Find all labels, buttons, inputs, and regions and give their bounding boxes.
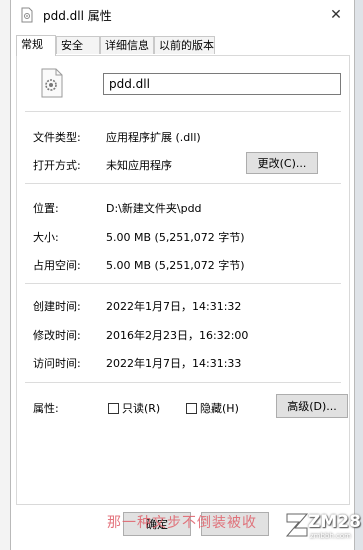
site-logo: ZM28 zmbbh.com <box>284 510 361 550</box>
location-label: 位置: <box>33 202 59 215</box>
logo-subtext: zmbbh.com <box>310 532 351 540</box>
checkbox-box[interactable] <box>186 402 197 414</box>
readonly-checkbox-label: 只读(R) <box>122 402 161 415</box>
watermark-text: 那一种文步不倒装被收 <box>107 515 257 531</box>
divider <box>25 283 341 284</box>
change-button[interactable]: 更改(C)... <box>246 152 318 174</box>
tab-general[interactable]: 常规 <box>16 35 56 56</box>
attributes-label: 属性: <box>33 402 59 415</box>
close-icon: ✕ <box>330 7 342 23</box>
title-bar[interactable]: pdd.dll 属性 ✕ <box>11 0 354 30</box>
size-label: 大小: <box>33 231 59 244</box>
readonly-checkbox[interactable]: 只读(R) <box>108 400 160 416</box>
desktop-background-right <box>355 0 363 550</box>
file-type-label: 文件类型: <box>33 131 81 144</box>
hidden-checkbox[interactable]: 隐藏(H) <box>186 400 239 416</box>
file-type-value: 应用程序扩展 (.dll) <box>106 131 201 144</box>
logo-emblem-icon <box>285 513 309 537</box>
tab-previous-versions[interactable]: 以前的版本 <box>154 36 215 54</box>
location-value: D:\新建文件夹\pdd <box>106 202 202 215</box>
size-value: 5.00 MB (5,251,072 字节) <box>106 231 245 244</box>
accessed-value: 2022年1月7日，14:31:33 <box>106 357 242 370</box>
logo-text: ZM28 <box>308 512 361 532</box>
tab-security[interactable]: 安全 <box>56 36 100 54</box>
window-title: pdd.dll 属性 <box>43 9 112 23</box>
advanced-button[interactable]: 高级(D)... <box>276 394 348 418</box>
general-tab-panel: pdd.dll 文件类型: 应用程序扩展 (.dll) 打开方式: 未知应用程序… <box>16 55 350 505</box>
properties-dialog: pdd.dll 属性 ✕ 常规 安全 详细信息 以前的版本 pdd.dll 文件… <box>10 0 355 550</box>
divider <box>25 111 341 112</box>
modified-value: 2016年2月23日，16:32:00 <box>106 329 249 342</box>
size-on-disk-label: 占用空间: <box>33 259 81 272</box>
modified-label: 修改时间: <box>33 329 81 342</box>
checkbox-box[interactable] <box>108 402 119 414</box>
open-with-value: 未知应用程序 <box>106 159 172 172</box>
size-on-disk-value: 5.00 MB (5,251,072 字节) <box>106 259 245 272</box>
desktop-background-left <box>0 0 10 550</box>
file-gear-icon <box>41 68 63 98</box>
divider <box>25 382 341 383</box>
tab-details[interactable]: 详细信息 <box>100 36 154 54</box>
divider <box>25 183 341 184</box>
dll-file-icon <box>21 7 33 23</box>
created-label: 创建时间: <box>33 300 81 313</box>
close-button[interactable]: ✕ <box>322 2 350 28</box>
file-name-field[interactable]: pdd.dll <box>103 73 341 95</box>
created-value: 2022年1月7日，14:31:32 <box>106 300 242 313</box>
hidden-checkbox-label: 隐藏(H) <box>200 402 239 415</box>
open-with-label: 打开方式: <box>33 159 81 172</box>
accessed-label: 访问时间: <box>33 357 81 370</box>
